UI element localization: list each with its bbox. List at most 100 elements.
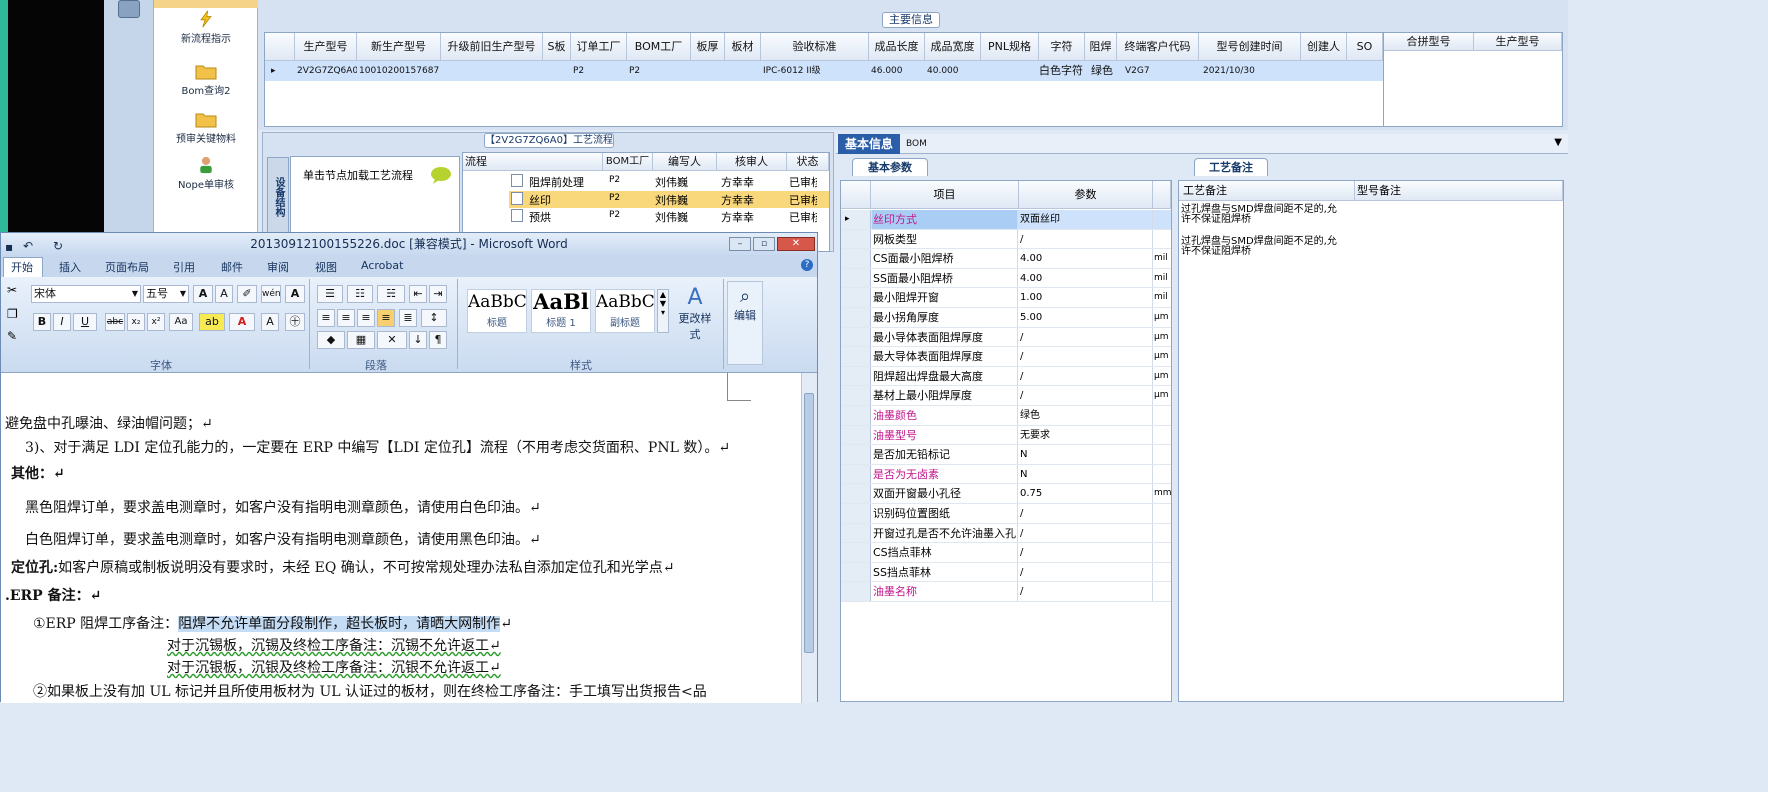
tab-references[interactable]: 引用 [173, 259, 195, 275]
undo-icon[interactable]: ↶ [23, 235, 33, 257]
param-row[interactable]: 是否为无卤素 N [841, 464, 1171, 485]
copy-icon[interactable]: ❐ [7, 307, 18, 321]
param-row[interactable]: 双面开窗最小孔径 0.75 mm [841, 484, 1172, 504]
document-body[interactable]: 避免盘中孔曝油、绿油帽问题；↵ 3)、对于满足 LDI 定位孔能力的，一定要在 … [1, 373, 801, 703]
param-row[interactable]: 最大导体表面阻焊厚度 / μm [841, 347, 1171, 367]
subscript-button[interactable]: x₂ [127, 313, 145, 331]
tab-device-structure[interactable]: 设备结构 [267, 157, 289, 237]
column-header[interactable]: 终端客户代码 [1117, 33, 1199, 61]
sidebar-item-bom-query2[interactable]: Bom查询2 [154, 62, 258, 97]
tab-acrobat[interactable]: Acrobat [361, 259, 403, 272]
tab-craft-notes[interactable]: 工艺备注 [1194, 158, 1268, 176]
column-header[interactable]: 成品宽度 [925, 33, 981, 61]
column-header[interactable]: 成品长度 [869, 33, 925, 61]
tab-basic-info[interactable]: 基本信息 [838, 134, 900, 154]
column-header[interactable]: SO [1347, 33, 1383, 61]
strikethrough-button[interactable]: abc [105, 313, 125, 331]
tab-mailings[interactable]: 邮件 [221, 259, 243, 275]
table-row[interactable]: 阻焊前处理 P2 刘伟巍 方幸幸 已审核 [463, 173, 829, 190]
param-row[interactable]: 油墨颜色 绿色 [841, 406, 1171, 426]
sidebar-item-nope-review[interactable]: Nope单审核 [154, 156, 258, 191]
process-flow-load-area[interactable]: 单击节点加载工艺流程 [290, 156, 460, 236]
tab-basic-params[interactable]: 基本参数 [852, 158, 928, 176]
chevron-down-icon[interactable]: ▼ [1554, 137, 1562, 148]
highlight-button[interactable]: ab [199, 313, 225, 331]
grow-font-button[interactable]: A [193, 285, 213, 303]
param-row[interactable]: SS挡点菲林 / [841, 562, 1171, 583]
toolbox-icon[interactable] [118, 0, 140, 18]
tab-home[interactable]: 开始 [11, 259, 33, 275]
maximize-button[interactable]: ▫ [753, 237, 775, 251]
column-header[interactable]: 核审人 [717, 153, 787, 171]
font-color-button[interactable]: A [229, 313, 255, 331]
column-header[interactable]: 阻焊 [1085, 33, 1117, 61]
column-header[interactable]: 参数 [1019, 181, 1153, 209]
tab-view[interactable]: 视图 [315, 259, 337, 275]
decrease-indent-button[interactable]: ⇤ [409, 285, 427, 303]
minimize-button[interactable]: – [729, 237, 751, 251]
param-row[interactable]: 最小拐角厚度 5.00 μm [841, 308, 1171, 328]
help-icon[interactable]: ? [801, 259, 813, 271]
sidebar-item-new-flow[interactable]: 新流程指示 [154, 10, 258, 45]
style-title[interactable]: AaBbC 标题 [467, 289, 527, 333]
edit-button[interactable]: ⌕ 编辑 [727, 281, 763, 365]
char-border-button[interactable]: A [285, 285, 305, 303]
close-button[interactable]: ✕ [777, 237, 815, 251]
clear-format-button[interactable]: ✐ [237, 285, 257, 303]
enclose-char-button[interactable]: ㊉ [285, 313, 305, 331]
column-header[interactable]: 板材 [725, 33, 761, 61]
column-header[interactable]: 板厚 [691, 33, 725, 61]
shading-button[interactable]: ◆ [317, 331, 345, 349]
tab-insert[interactable]: 插入 [59, 259, 81, 275]
sidebar-item-pre-review[interactable]: 预审关键物料 [154, 110, 258, 145]
param-row[interactable]: CS挡点菲林 / [841, 543, 1171, 563]
justify-button[interactable]: ≡ [377, 309, 395, 327]
numbering-button[interactable]: ☷ [347, 285, 373, 303]
param-row[interactable]: 最小阻焊开窗 1.00 mil [841, 288, 1171, 308]
param-row[interactable]: 最小导体表面阻焊厚度 / μm [841, 327, 1171, 348]
tab-bom[interactable]: BOM [906, 134, 946, 154]
phonetic-button[interactable]: wén [261, 285, 281, 303]
param-row[interactable]: 油墨名称 / [841, 582, 1171, 602]
column-header[interactable]: BOM工厂 [603, 153, 653, 171]
column-header[interactable]: 合拼型号 [1384, 33, 1474, 51]
scrollbar-thumb[interactable] [804, 393, 814, 653]
table-row[interactable]: ▸ 2V2G7ZQ6A0 10010200157687 P2 P2 IPC-60… [265, 61, 1383, 81]
font-name-select[interactable]: 宋体 ▼ [31, 285, 141, 303]
vertical-scrollbar[interactable] [801, 373, 817, 703]
param-row[interactable]: CS面最小阻焊桥 4.00 mil [841, 249, 1171, 269]
param-row[interactable]: ▸ 丝印方式 双面丝印 [841, 210, 1171, 230]
column-header[interactable]: 升级前旧生产型号 [441, 33, 543, 61]
column-header[interactable]: 状态 [787, 153, 829, 171]
style-heading1[interactable]: AaBl 标题 1 [531, 289, 591, 333]
char-shading-button[interactable]: A [261, 313, 279, 331]
align-left-button[interactable]: ≡ [317, 309, 335, 327]
column-header[interactable]: 生产型号 [295, 33, 357, 61]
param-row[interactable]: 阻焊超出焊盘最大高度 / μm [841, 366, 1171, 387]
param-row[interactable]: SS面最小阻焊桥 4.00 mil [841, 268, 1171, 289]
column-header[interactable]: PNL规格 [981, 33, 1039, 61]
side-menu-top-item[interactable] [154, 0, 258, 8]
change-styles-button[interactable]: A 更改样式 [675, 285, 715, 342]
column-header[interactable]: 项目 [871, 181, 1019, 209]
table-row-selected[interactable]: 丝印 P2 刘伟巍 方幸幸 已审核 [509, 191, 829, 208]
font-size-select[interactable]: 五号 ▼ [143, 285, 189, 303]
multilevel-list-button[interactable]: ☵ [377, 285, 405, 303]
column-header[interactable]: 字符 [1039, 33, 1085, 61]
bold-button[interactable]: B [33, 313, 51, 331]
styles-scroll[interactable]: ▲ ▼ ▾ [657, 289, 669, 333]
param-row[interactable]: 开窗过孔是否不允许油墨入孔 / [841, 523, 1171, 544]
change-case-button[interactable]: Aa [169, 313, 193, 331]
align-right-button[interactable]: ≡ [357, 309, 375, 327]
param-row[interactable]: 油墨型号 无要求 [841, 425, 1171, 446]
underline-button[interactable]: U [73, 313, 97, 331]
redo-icon[interactable]: ↻ [53, 235, 63, 257]
param-row[interactable]: 基材上最小阻焊厚度 / μm [841, 386, 1171, 406]
column-header[interactable]: 型号创建时间 [1199, 33, 1301, 61]
format-painter-icon[interactable]: ✎ [7, 329, 17, 343]
column-header[interactable]: 生产型号 [1474, 33, 1562, 51]
italic-button[interactable]: I [53, 313, 71, 331]
column-header[interactable]: 订单工厂 [571, 33, 627, 61]
show-marks-button[interactable]: ¶ [429, 331, 447, 349]
column-header[interactable]: BOM工厂 [627, 33, 691, 61]
